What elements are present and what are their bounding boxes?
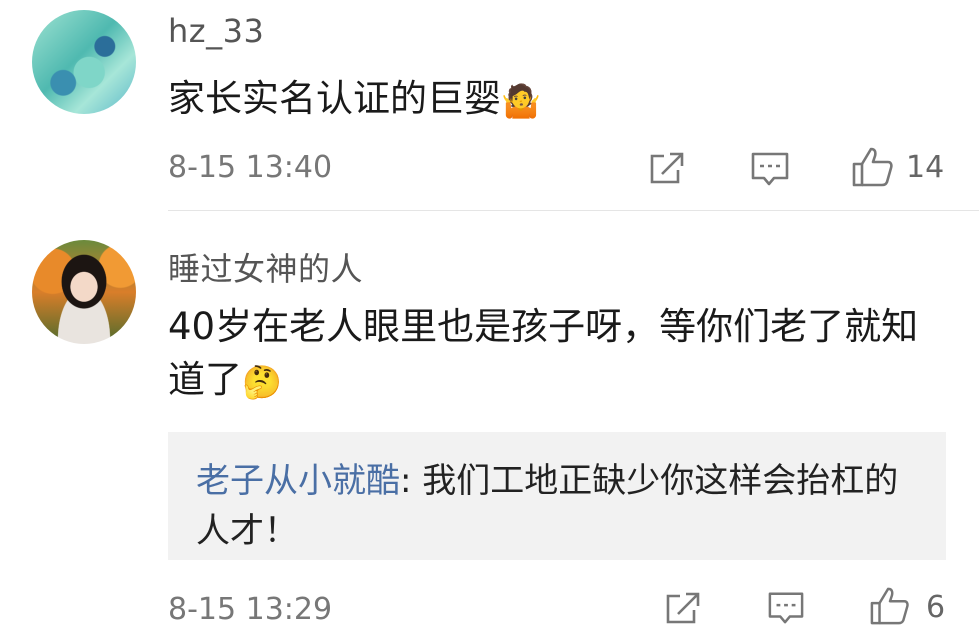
- thinking-emoji-icon: 🤔: [242, 362, 282, 401]
- like-button[interactable]: [868, 586, 912, 626]
- comment-body: 家长实名认证的巨婴: [168, 77, 501, 120]
- username[interactable]: 睡过女神的人: [168, 244, 363, 290]
- comment-text: 家长实名认证的巨婴🤷: [168, 72, 938, 125]
- reply-text: 老子从小就酷: 我们工地正缺少你这样会抬杠的人才！: [196, 456, 916, 556]
- reply-button[interactable]: [766, 590, 806, 626]
- like-button[interactable]: [851, 146, 895, 188]
- comment-icon: [768, 592, 804, 624]
- share-button[interactable]: [648, 150, 688, 186]
- reply-separator: :: [400, 461, 423, 501]
- shrug-emoji-icon: 🤷: [501, 81, 541, 120]
- divider: [168, 210, 979, 211]
- thumbs-up-icon: [870, 587, 909, 625]
- comment-time: 8-15 13:40: [168, 150, 333, 185]
- share-icon: [650, 152, 684, 184]
- avatar[interactable]: [32, 10, 136, 114]
- like-count: 14: [906, 150, 945, 185]
- username[interactable]: hz_33: [168, 12, 264, 50]
- reply-preview[interactable]: 老子从小就酷: 我们工地正缺少你这样会抬杠的人才！: [168, 432, 946, 560]
- share-button[interactable]: [664, 590, 704, 626]
- thumbs-up-icon: [852, 147, 893, 187]
- comment-text: 40岁在老人眼里也是孩子呀，等你们老了就知道了🤔: [168, 300, 938, 406]
- avatar[interactable]: [32, 240, 136, 344]
- reply-author[interactable]: 老子从小就酷: [196, 461, 400, 501]
- comment-time: 8-15 13:29: [168, 592, 333, 627]
- reply-button[interactable]: [750, 150, 790, 188]
- comment-icon: [751, 152, 789, 186]
- like-count: 6: [926, 590, 946, 625]
- share-icon: [666, 592, 700, 624]
